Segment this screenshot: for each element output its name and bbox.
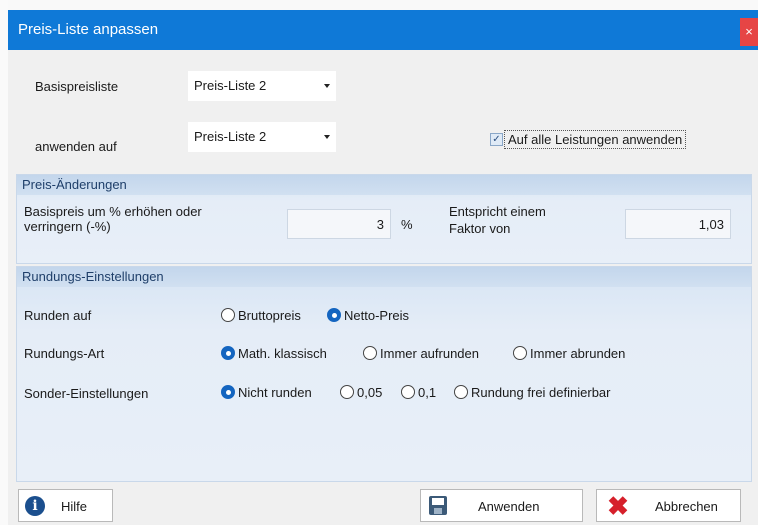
radio-immer-abrunden-label[interactable]: Immer abrunden	[530, 346, 625, 361]
title-bar[interactable]: Preis-Liste anpassen ×	[8, 10, 758, 50]
apply-button-label: Anwenden	[478, 499, 540, 514]
apply-to-label: anwenden auf	[35, 139, 117, 154]
radio-nicht-runden-label[interactable]: Nicht runden	[238, 385, 312, 400]
factor-field: 1,03	[625, 209, 731, 239]
all-services-label[interactable]: Auf alle Leistungen anwenden	[504, 130, 687, 149]
radio-math-klassisch[interactable]	[221, 346, 235, 360]
background-strip-left	[0, 0, 8, 525]
apply-to-value: Preis-Liste 2	[194, 129, 267, 144]
radio-netto-preis[interactable]	[327, 308, 341, 322]
background-strip	[0, 0, 758, 10]
radio-immer-abrunden[interactable]	[513, 346, 527, 360]
percent-unit: %	[401, 217, 413, 232]
percent-label-line2: verringern (-%)	[24, 219, 111, 234]
base-pricelist-value: Preis-Liste 2	[194, 78, 267, 93]
save-icon	[429, 496, 447, 515]
base-pricelist-label: Basispreisliste	[35, 79, 119, 94]
factor-label-line2: Faktor von	[449, 221, 511, 236]
dropdown-arrow-icon	[324, 84, 330, 88]
percent-label-line1: Basispreis um % erhöhen oder	[24, 204, 202, 219]
factor-label-line1: Entspricht einem	[449, 204, 546, 219]
radio-0-1-label[interactable]: 0,1	[418, 385, 436, 400]
radio-immer-aufrunden[interactable]	[363, 346, 377, 360]
radio-0-1[interactable]	[401, 385, 415, 399]
close-x-icon: ✖	[607, 491, 629, 521]
radio-immer-aufrunden-label[interactable]: Immer aufrunden	[380, 346, 479, 361]
radio-netto-preis-label[interactable]: Netto-Preis	[344, 308, 409, 323]
radio-0-05-label[interactable]: 0,05	[357, 385, 382, 400]
price-changes-group: Preis-Änderungen Basispreis um % erhöhen…	[16, 174, 752, 264]
radio-bruttopreis[interactable]	[221, 308, 235, 322]
apply-to-dropdown[interactable]: Preis-Liste 2	[188, 122, 336, 152]
dropdown-arrow-icon	[324, 135, 330, 139]
dialog-preis-liste-anpassen: Preis-Liste anpassen × Basispreisliste P…	[8, 10, 758, 525]
radio-frei-definierbar[interactable]	[454, 385, 468, 399]
all-services-checkbox[interactable]: ✓	[490, 133, 503, 146]
apply-button[interactable]: Anwenden	[420, 489, 583, 522]
radio-bruttopreis-label[interactable]: Bruttopreis	[238, 308, 301, 323]
price-changes-header: Preis-Änderungen	[17, 175, 751, 195]
info-icon: i	[25, 496, 45, 516]
window-title: Preis-Liste anpassen	[18, 21, 159, 38]
radio-frei-definierbar-label[interactable]: Rundung frei definierbar	[471, 385, 610, 400]
close-window-button[interactable]: ×	[740, 18, 758, 46]
rounding-header: Rundungs-Einstellungen	[17, 267, 751, 287]
round-on-label: Runden auf	[24, 308, 92, 323]
rounding-group: Rundungs-Einstellungen Runden auf Brutto…	[16, 266, 752, 482]
special-settings-label: Sonder-Einstellungen	[24, 386, 149, 401]
radio-nicht-runden[interactable]	[221, 385, 235, 399]
rounding-type-label: Rundungs-Art	[24, 346, 105, 361]
base-pricelist-dropdown[interactable]: Preis-Liste 2	[188, 71, 336, 101]
cancel-button[interactable]: ✖ Abbrechen	[596, 489, 741, 522]
cancel-button-label: Abbrechen	[655, 499, 718, 514]
help-button[interactable]: i Hilfe	[18, 489, 113, 522]
radio-0-05[interactable]	[340, 385, 354, 399]
help-button-label: Hilfe	[61, 499, 88, 514]
radio-math-klassisch-label[interactable]: Math. klassisch	[238, 346, 327, 361]
percent-input[interactable]: 3	[287, 209, 391, 239]
